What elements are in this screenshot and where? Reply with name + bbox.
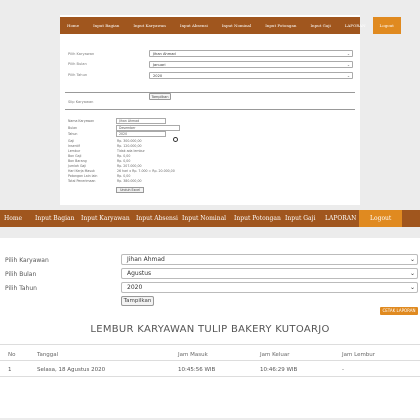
mini-slip-label: Lembur — [68, 149, 81, 153]
nav-input-nominal[interactable]: Input Nominal — [182, 210, 226, 227]
nav-input-potongan[interactable]: Input Potongan — [234, 210, 281, 227]
mini-tahun-select: 2020 ⌄ — [149, 72, 353, 79]
mini-nav-logout: Logout — [372, 17, 401, 34]
mini-slip-label: Total Penerimaan — [68, 179, 96, 183]
mini-slip-label: Bon Gaji — [68, 154, 82, 158]
mini-bulan-value: Januari — [153, 63, 166, 67]
nav-logout[interactable]: Logout — [359, 210, 403, 227]
mini-slip-value: Rp. 0,00 — [117, 174, 131, 178]
chevron-down-icon: ⌄ — [409, 270, 415, 277]
tahun-label: Pilih Tahun — [5, 285, 37, 292]
mini-nav-input-nominal: Input Nominal — [221, 23, 252, 28]
mini-slip-value: Rp. 380.000,00 — [117, 179, 142, 183]
chevron-down-icon: ⌄ — [409, 256, 415, 263]
mini-karyawan-value: Jihan Ahmad — [153, 52, 176, 56]
mini-slip-label: Hari Kerja Masuk — [68, 169, 95, 173]
mini-divider — [65, 109, 355, 110]
mini-slip-value: Tidak ada lembur — [117, 149, 145, 153]
mini-slip-label: Gaji — [68, 139, 75, 143]
mini-slip-year-field: 2020 — [116, 131, 166, 137]
mini-unduh-button: Unduh Excel — [116, 187, 144, 193]
tahun-select[interactable]: 2020 ⌄ — [121, 282, 418, 293]
mini-bulan-select: Januari ⌄ — [149, 61, 353, 68]
mini-slip-label: Bon Barang — [68, 159, 87, 163]
nav-input-karyawan[interactable]: Input Karyawan — [81, 210, 130, 227]
mini-slip-label: Potongan Lain lain — [68, 174, 98, 178]
table-row-border — [0, 376, 420, 377]
mini-slip-label: Jumlah Gaji — [68, 164, 87, 168]
cetak-laporan-button[interactable]: CETAK LAPORAN — [380, 307, 418, 315]
calendar-icon — [173, 137, 178, 142]
karyawan-select[interactable]: Jihan Ahmad ⌄ — [121, 254, 418, 265]
mini-slip-label: Bulan — [68, 126, 78, 130]
tampilkan-button[interactable]: Tampilkan — [121, 296, 154, 306]
table-cell-no: 1 — [8, 367, 12, 373]
mini-bulan-label: Pilih Bulan — [68, 62, 87, 66]
report-title: LEMBUR KARYAWAN TULIP BAKERY KUTOARJO — [90, 324, 330, 335]
nav-input-absensi[interactable]: Input Absensi — [136, 210, 178, 227]
table-header-jam-masuk: Jam Masuk — [178, 352, 208, 358]
chevron-down-icon: ⌄ — [346, 52, 350, 56]
table-header-jam-keluar: Jam Keluar — [260, 352, 290, 358]
mini-slip-value: 26 hari x Rp. 7.000 = Rp. 20.000,00 — [117, 169, 175, 173]
embedded-screenshot: Home Input Bagian Input Karyawan Input A… — [60, 15, 401, 205]
mini-slip-value: Rp. 0,00 — [117, 154, 131, 158]
chevron-down-icon: ⌄ — [346, 63, 350, 67]
mini-tampilkan-button: Tampilkan — [149, 93, 171, 100]
table-cell-jam-keluar: 10:46:29 WIB — [260, 367, 298, 373]
chevron-down-icon: ⌄ — [409, 284, 415, 291]
table-header-jam-lembur: Jam Lembur — [342, 352, 376, 358]
mini-nav-input-bagian: Input Bagian — [93, 23, 120, 28]
table-top-border — [0, 344, 420, 345]
mini-karyawan-label: Pilih Karyawan — [68, 52, 95, 56]
bulan-label: Pilih Bulan — [5, 271, 37, 278]
mini-slip-label: Insentif — [68, 144, 80, 148]
mini-slip-value: Rp. 207.000,00 — [117, 164, 142, 168]
mini-nav-input-karyawan: Input Karyawan — [133, 23, 166, 28]
table-cell-tanggal: Selasa, 18 Agustus 2020 — [37, 367, 106, 373]
bulan-select[interactable]: Agustus ⌄ — [121, 268, 418, 279]
mini-nav-input-gaji: Input Gaji — [310, 23, 331, 28]
mini-slip-value: Rp. 0,00 — [117, 159, 131, 163]
mini-tahun-value: 2020 — [153, 74, 163, 78]
table-cell-jam-masuk: 10:45:56 WIB — [178, 367, 216, 373]
table-header-border — [0, 360, 420, 361]
nav-home[interactable]: Home — [4, 210, 22, 227]
nav-input-gaji[interactable]: Input Gaji — [285, 210, 315, 227]
table-header-no: No — [8, 352, 16, 358]
mini-nav-input-potongan: Input Potongan — [265, 23, 297, 28]
nav-laporan[interactable]: LAPORAN — [325, 210, 356, 227]
mini-navbar: Home Input Bagian Input Karyawan Input A… — [60, 17, 401, 34]
table-header-tanggal: Tanggal — [37, 352, 59, 358]
bulan-value: Agustus — [127, 270, 152, 277]
mini-karyawan-select: Jihan Ahmad ⌄ — [149, 50, 353, 57]
tahun-value: 2020 — [127, 284, 143, 291]
mini-slip-value: Rp. 120.000,00 — [117, 144, 142, 148]
mini-divider — [65, 92, 355, 93]
karyawan-label: Pilih Karyawan — [5, 257, 49, 264]
mini-slip-value: Rp. 300.000,00 — [117, 139, 142, 143]
mini-slip-label: Nama Karyawan — [68, 119, 95, 123]
nav-input-bagian[interactable]: Input Bagian — [35, 210, 74, 227]
mini-slip-name-field: Jihan Ahmad — [116, 118, 166, 124]
karyawan-value: Jihan Ahmad — [127, 256, 165, 263]
navbar: Home Input Bagian Input Karyawan Input A… — [0, 210, 420, 227]
mini-nav-home: Home — [67, 23, 80, 28]
mini-tahun-label: Pilih Tahun — [68, 73, 88, 77]
mini-slip-label: Tahun — [68, 132, 78, 136]
mini-nav-input-absensi: Input Absensi — [179, 23, 208, 28]
table-cell-jam-lembur: - — [342, 367, 344, 373]
report-form: Pilih Karyawan Jihan Ahmad ⌄ Pilih Bulan… — [0, 238, 420, 418]
mini-nav-laporan: LAPORAN — [344, 23, 366, 28]
chevron-down-icon: ⌄ — [346, 74, 350, 78]
mini-slip-heading: Slip Karyawan — [68, 100, 94, 104]
